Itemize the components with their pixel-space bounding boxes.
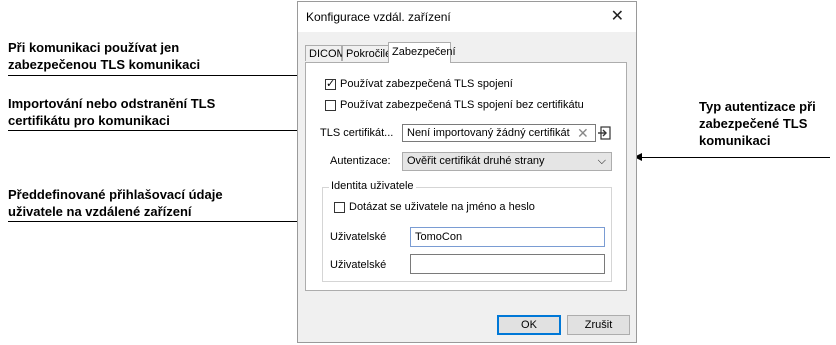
annotation-line: Při komunikaci používat jen	[8, 40, 180, 55]
annotation-credentials: Předdefinované přihlašovací údaje uživat…	[8, 186, 223, 220]
annotation-line: Předdefinované přihlašovací údaje	[8, 187, 223, 202]
username-value: TomoCon	[415, 231, 463, 243]
security-panel: ✓ Používat zabezpečená TLS spojení Použí…	[305, 62, 627, 291]
tls-cert-field: Není importovaný žádný certifikát	[402, 124, 596, 142]
annotation-line: zabezpečené TLS	[699, 116, 808, 131]
annotation-line: Typ autentizace při	[699, 99, 816, 114]
annotation-auth-type: Typ autentizace při zabezpečené TLS komu…	[699, 98, 816, 149]
tab-dicom[interactable]: DICOM	[305, 45, 346, 61]
close-icon[interactable]: ✕	[611, 6, 624, 26]
annotation-tls-only: Při komunikaci používat jen zabezpečenou…	[8, 39, 200, 73]
tab-advanced[interactable]: Pokročilé	[342, 45, 391, 61]
annotation-underline	[8, 130, 322, 131]
ask-user-row[interactable]: Dotázat se uživatele na jméno a heslo	[334, 201, 535, 213]
tls-cert-value: Není importovaný žádný certifikát	[407, 127, 570, 139]
remote-device-config-dialog: Konfigurace vzdál. zařízení ✕ DICOM Pokr…	[297, 1, 637, 343]
tab-security[interactable]: Zabezpečení	[388, 42, 456, 63]
use-tls-no-cert-checkbox[interactable]	[325, 99, 336, 111]
annotation-line: zabezpečenou TLS komunikaci	[8, 57, 201, 72]
title-bar: Konfigurace vzdál. zařízení ✕	[298, 2, 636, 32]
ask-user-checkbox[interactable]	[334, 201, 345, 213]
ok-button[interactable]: OK	[497, 315, 561, 335]
auth-label: Autentizace:	[330, 155, 391, 167]
chevron-down-icon: ⌵	[597, 155, 606, 167]
username-input[interactable]: TomoCon	[410, 227, 605, 247]
use-tls-label: Používat zabezpečená TLS spojení	[340, 78, 513, 90]
annotation-line: certifikátu pro komunikaci	[8, 113, 170, 128]
use-tls-no-cert-label: Používat zabezpečená TLS spojení bez cer…	[340, 99, 584, 111]
annotation-line: uživatele na vzdálené zařízení	[8, 204, 192, 219]
import-cert-icon[interactable]	[597, 126, 611, 140]
cancel-button[interactable]: Zrušit	[567, 315, 630, 335]
use-tls-checkbox[interactable]: ✓	[325, 78, 336, 90]
dialog-title: Konfigurace vzdál. zařízení	[306, 10, 451, 24]
annotation-line: komunikaci	[699, 133, 771, 148]
annotation-underline	[640, 157, 830, 158]
identity-group-title: Identita uživatele	[329, 180, 416, 192]
password-input[interactable]	[410, 254, 605, 274]
use-tls-row[interactable]: ✓ Používat zabezpečená TLS spojení	[325, 78, 513, 90]
annotation-line: Importování nebo odstranění TLS	[8, 96, 216, 111]
tls-cert-label[interactable]: TLS certifikát...	[320, 127, 393, 139]
annotation-cert-import: Importování nebo odstranění TLS certifik…	[8, 95, 215, 129]
remove-cert-icon[interactable]: ✕	[577, 125, 589, 142]
annotation-underline	[8, 75, 324, 76]
auth-value: Ověřit certifikát druhé strany	[407, 155, 545, 167]
password-label: Uživatelské	[330, 259, 387, 271]
identity-group: Identita uživatele Dotázat se uživatele …	[322, 180, 612, 282]
auth-select[interactable]: Ověřit certifikát druhé strany ⌵	[402, 152, 612, 171]
username-label: Uživatelské	[330, 231, 387, 243]
ask-user-label: Dotázat se uživatele na jméno a heslo	[349, 201, 535, 213]
annotation-underline	[8, 221, 320, 222]
use-tls-no-cert-row[interactable]: Používat zabezpečená TLS spojení bez cer…	[325, 99, 584, 111]
